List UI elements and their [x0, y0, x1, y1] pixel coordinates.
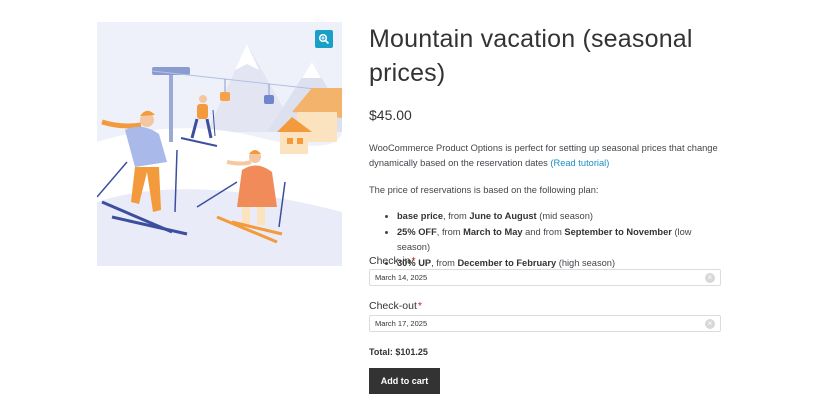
add-to-cart-button[interactable]: Add to cart [369, 368, 440, 394]
plan-item: base price, from June to August (mid sea… [397, 209, 721, 225]
read-tutorial-link[interactable]: (Read tutorial) [550, 158, 609, 168]
description-text: WooCommerce Product Options is perfect f… [369, 143, 718, 168]
magnifier-icon [318, 33, 330, 45]
checkout-date-field[interactable]: March 17, 2025 × [369, 315, 721, 332]
clear-icon[interactable]: × [705, 273, 715, 283]
plan-item-text: , from [443, 211, 470, 221]
skiing-illustration [97, 22, 342, 266]
checkin-label-text: Check-in [369, 255, 411, 267]
required-marker: * [411, 255, 416, 267]
plan-item-text: , from [436, 226, 464, 237]
product-image[interactable] [97, 22, 342, 266]
plan-intro: The price of reservations is based on th… [369, 185, 599, 195]
plan-item-period: March to May [463, 226, 523, 237]
booking-form: Check-in* March 14, 2025 × Check-out* Ma… [369, 250, 721, 400]
plan-item-highlight: 25% OFF [397, 226, 437, 237]
checkout-label: Check-out* [369, 300, 422, 312]
checkin-date-field[interactable]: March 14, 2025 × [369, 269, 721, 286]
product-summary: Mountain vacation (seasonal prices) $45.… [369, 22, 721, 271]
checkin-date-value: March 14, 2025 [375, 273, 428, 282]
plan-item-highlight: base price [397, 211, 443, 221]
checkin-label: Check-in* [369, 255, 416, 267]
product-description: WooCommerce Product Options is perfect f… [369, 141, 721, 171]
zoom-in-icon[interactable] [315, 30, 333, 48]
product-price: $45.00 [369, 107, 412, 123]
order-total: Total: $101.25 [369, 347, 428, 357]
required-marker: * [417, 300, 422, 312]
product-title: Mountain vacation (seasonal prices) [369, 25, 693, 87]
clear-icon[interactable]: × [705, 319, 715, 329]
checkout-label-text: Check-out [369, 300, 417, 312]
plan-item-period: September to November [564, 226, 672, 237]
plan-item-text: and from [522, 226, 565, 237]
plan-item-text: (mid season) [536, 211, 593, 221]
checkout-date-value: March 17, 2025 [375, 319, 428, 328]
plan-item-period: June to August [469, 211, 537, 221]
